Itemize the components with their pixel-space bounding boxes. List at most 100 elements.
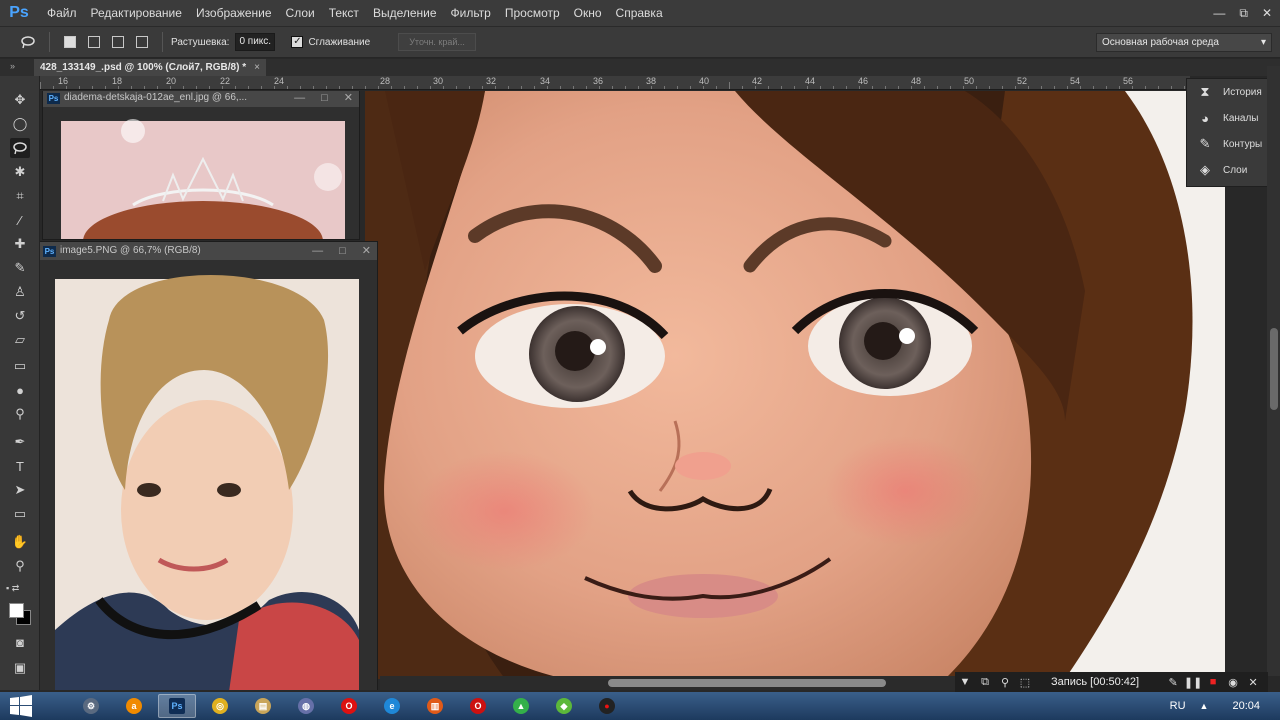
vertical-scroll-thumb[interactable] [1270, 328, 1278, 410]
panel-label: История [1223, 86, 1262, 98]
menu-item[interactable]: Файл [40, 0, 84, 26]
healing-brush-tool-icon[interactable]: ✚ [10, 234, 30, 254]
new-selection-icon[interactable] [61, 33, 79, 51]
ruler-tick [885, 86, 886, 89]
taskbar-app[interactable]: ▲ [502, 694, 540, 718]
brush-tool-icon[interactable]: ✎ [10, 258, 30, 278]
type-tool-icon[interactable]: T [10, 456, 30, 476]
taskbar-app[interactable]: ◎ [201, 694, 239, 718]
taskbar-app[interactable]: ● [588, 694, 626, 718]
intersect-selection-icon[interactable] [133, 33, 151, 51]
eraser-tool-icon[interactable]: ▱ [10, 330, 30, 350]
pen-tool-icon[interactable]: ✒ [10, 432, 30, 452]
quick-mask-icon[interactable]: ◙ [10, 632, 30, 652]
pen-icon[interactable]: ✎ [1163, 676, 1183, 689]
panel-item[interactable]: ✎ Контуры [1187, 131, 1269, 157]
camera-icon[interactable]: ◉ [1223, 676, 1243, 689]
float-maximize-button[interactable]: □ [339, 242, 346, 260]
crop-tool-icon[interactable]: ⌗ [10, 186, 30, 206]
canvas-area[interactable]: Ps diadema-detskaja-012ae_enl.jpg @ 66,.… [40, 91, 1280, 690]
start-button[interactable] [0, 692, 42, 720]
menu-item[interactable]: Редактирование [84, 0, 189, 26]
taskbar-app[interactable]: ◍ [287, 694, 325, 718]
move-tool-icon[interactable]: ✥ [10, 90, 30, 110]
ruler-tick [417, 86, 418, 89]
float-minimize-button[interactable]: — [294, 91, 305, 107]
menu-item[interactable]: Выделение [366, 0, 444, 26]
document-tab[interactable]: 428_133149_.psd @ 100% (Слой7, RGB/8) * × [34, 59, 266, 76]
close-recorder-icon[interactable]: ✕ [1243, 676, 1263, 689]
magic-wand-tool-icon[interactable]: ✱ [10, 162, 30, 182]
taskbar-app[interactable]: O [330, 694, 368, 718]
zoom-tool-icon[interactable]: ⚲ [10, 556, 30, 576]
menu-item[interactable]: Просмотр [498, 0, 567, 26]
menu-item[interactable]: Слои [279, 0, 322, 26]
panel-item[interactable]: ◕ Каналы [1187, 105, 1269, 131]
refine-edge-button[interactable]: Уточн. край... [398, 33, 476, 51]
rectangle-tool-icon[interactable]: ▭ [10, 504, 30, 524]
taskbar-app[interactable]: ▤ [244, 694, 282, 718]
stop-icon[interactable]: ■ [1203, 676, 1223, 688]
menu-item[interactable]: Фильтр [444, 0, 498, 26]
zoom-icon[interactable]: ⚲ [995, 676, 1015, 689]
feather-input[interactable]: 0 пикс. [235, 33, 276, 51]
ruler-tick [430, 86, 431, 89]
language-indicator[interactable]: RU [1170, 700, 1186, 712]
clock[interactable]: 20:04 [1232, 700, 1260, 712]
foreground-color-swatch[interactable] [9, 603, 24, 618]
default-colors-icon[interactable]: ▪ ⇄ [6, 583, 19, 594]
subtract-selection-icon[interactable] [109, 33, 127, 51]
window-icon[interactable]: ⧉ [975, 676, 995, 689]
taskbar-app[interactable]: Ps [158, 694, 196, 718]
close-button[interactable]: ✕ [1262, 6, 1272, 20]
horizontal-scroll-thumb[interactable] [608, 679, 886, 687]
taskbar-app[interactable]: ⚙ [72, 694, 110, 718]
antialias-checkbox[interactable]: ✓ [291, 36, 304, 48]
float-window-title-bar[interactable]: Ps diadema-detskaja-012ae_enl.jpg @ 66,.… [43, 91, 359, 107]
lasso-tool-preset-icon[interactable] [20, 33, 38, 51]
blur-tool-icon[interactable]: ● [10, 380, 30, 400]
dropdown-icon[interactable]: ▼ [955, 676, 975, 688]
panel-item[interactable]: ⧗ История [1187, 79, 1269, 105]
screen-mode-icon[interactable]: ▣ [10, 658, 30, 678]
gradient-tool-icon[interactable]: ▭ [10, 356, 30, 376]
menu-item[interactable]: Окно [567, 0, 609, 26]
float-window-title-bar[interactable]: Ps image5.PNG @ 66,7% (RGB/8) — □ ✕ [40, 242, 377, 260]
image5-document-window[interactable]: Ps image5.PNG @ 66,7% (RGB/8) — □ ✕ [40, 241, 378, 690]
ruler-tick [495, 86, 496, 89]
tray-expand-icon[interactable]: ▲ [1200, 701, 1209, 711]
panel-item[interactable]: ◈ Слои [1187, 157, 1269, 183]
collapse-icon[interactable]: » [10, 61, 15, 71]
taskbar-app[interactable]: a [115, 694, 153, 718]
float-close-button[interactable]: ✕ [344, 91, 353, 107]
taskbar-app[interactable]: ▥ [416, 694, 454, 718]
marquee-tool-icon[interactable]: ◯ [10, 114, 30, 134]
float-minimize-button[interactable]: — [312, 242, 323, 260]
ruler-tick [1145, 86, 1146, 89]
workspace-select[interactable]: Основная рабочая среда [1096, 33, 1272, 52]
menu-item[interactable]: Изображение [189, 0, 279, 26]
eyedropper-tool-icon[interactable]: ⁄ [10, 210, 30, 230]
taskbar-app[interactable]: O [459, 694, 497, 718]
taskbar-app[interactable]: e [373, 694, 411, 718]
pause-icon[interactable]: ❚❚ [1183, 676, 1203, 689]
dodge-tool-icon[interactable]: ⚲ [10, 404, 30, 424]
history-brush-tool-icon[interactable]: ↺ [10, 306, 30, 326]
lasso-tool-icon[interactable] [10, 138, 30, 158]
taskbar-app[interactable]: ◆ [545, 694, 583, 718]
system-tray: RU ▲ 20:04 [1170, 692, 1280, 720]
region-icon[interactable]: ⬚ [1015, 676, 1035, 689]
menu-item[interactable]: Текст [322, 0, 366, 26]
menu-item[interactable]: Справка [609, 0, 670, 26]
vertical-scrollbar[interactable] [1267, 66, 1280, 676]
stamp-tool-icon[interactable]: ♙ [10, 282, 30, 302]
add-selection-icon[interactable] [85, 33, 103, 51]
tab-close-icon[interactable]: × [254, 62, 260, 73]
diadema-document-window[interactable]: Ps diadema-detskaja-012ae_enl.jpg @ 66,.… [42, 91, 360, 240]
float-close-button[interactable]: ✕ [362, 242, 371, 260]
minimize-button[interactable]: — [1213, 6, 1225, 20]
restore-button[interactable]: ⧉ [1239, 6, 1248, 21]
path-selection-tool-icon[interactable]: ➤ [10, 480, 30, 500]
hand-tool-icon[interactable]: ✋ [10, 532, 30, 552]
float-maximize-button[interactable]: □ [321, 91, 328, 107]
